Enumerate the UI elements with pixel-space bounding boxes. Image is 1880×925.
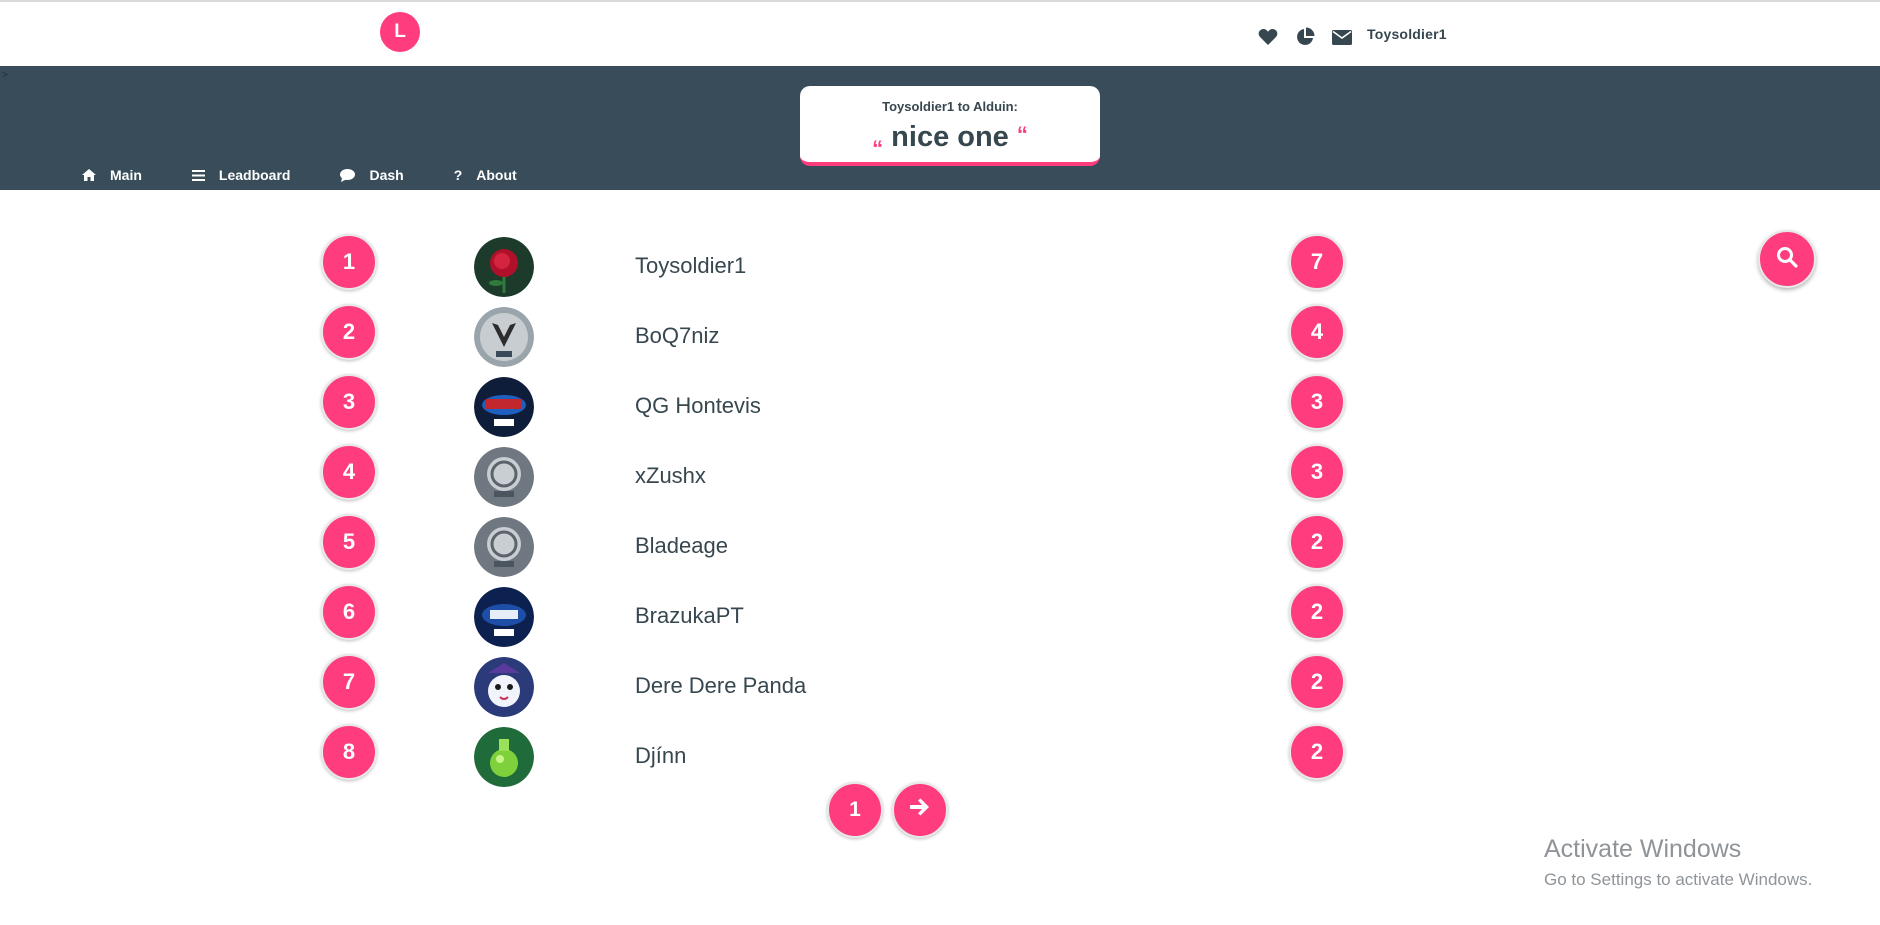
rank-badge: 8	[321, 724, 377, 780]
score-badge: 2	[1289, 514, 1345, 570]
score-badge: 2	[1289, 584, 1345, 640]
rank-badge: 1	[321, 234, 377, 290]
leaderboard-row: 6 BrazukaPT 2	[0, 584, 1400, 654]
watermark-subtitle: Go to Settings to activate Windows.	[1544, 869, 1813, 889]
player-name[interactable]: Djínn	[635, 743, 686, 769]
player-name[interactable]: QG Hontevis	[635, 393, 761, 419]
rank-badge: 2	[321, 304, 377, 360]
player-name[interactable]: BoQ7niz	[635, 323, 719, 349]
player-name[interactable]: Bladeage	[635, 533, 728, 559]
rank-badge: 3	[321, 374, 377, 430]
team-2015-icon[interactable]	[474, 377, 534, 437]
watermark-title: Activate Windows	[1544, 835, 1742, 863]
nav-item-dash[interactable]: Dash	[340, 167, 404, 183]
poro-icon[interactable]	[474, 657, 534, 717]
windows-activation-watermark: Activate Windows Go to Settings to activ…	[1544, 835, 1813, 890]
leaderboard-row: 5 Bladeage 2	[0, 514, 1400, 584]
player-name[interactable]: xZushx	[635, 463, 706, 489]
leaderboard-row: 8 Djínn 2	[0, 724, 1400, 794]
logo[interactable]: L	[380, 12, 420, 52]
potion-icon[interactable]	[474, 727, 534, 787]
search-button[interactable]	[1758, 230, 1816, 288]
rank-badge: 6	[321, 584, 377, 640]
quote-text: nice one	[891, 121, 1009, 153]
close-quote-mark: “	[1016, 122, 1028, 147]
question-icon: ?	[453, 167, 463, 183]
top-icon-group	[1258, 27, 1352, 52]
besiktas-2016-icon[interactable]	[474, 307, 534, 367]
rank-badge: 7	[321, 654, 377, 710]
quote-heading: Toysoldier1 to Alduin:	[882, 99, 1018, 114]
rank-badge: 5	[321, 514, 377, 570]
leaderboard-row: 4 xZushx 3	[0, 444, 1400, 514]
nav-item-main[interactable]: Main	[82, 167, 142, 183]
list-icon	[191, 169, 205, 181]
home-icon	[82, 169, 96, 181]
pie-chart-icon[interactable]	[1295, 27, 1315, 52]
leaderboard-row: 1 Toysoldier1 7	[0, 234, 1400, 304]
score-badge: 3	[1289, 374, 1345, 430]
score-badge: 2	[1289, 724, 1345, 780]
leaderboard-row: 3 QG Hontevis 3	[0, 374, 1400, 444]
tsm-2016-icon[interactable]	[474, 517, 534, 577]
header-banner: > Main Leadboard Dash ? About Toysoldier…	[0, 66, 1880, 190]
player-name[interactable]: Toysoldier1	[635, 253, 746, 279]
nav-label: Leadboard	[218, 167, 291, 183]
nav-item-about[interactable]: ? About	[454, 167, 517, 183]
open-quote-mark: “	[872, 136, 884, 161]
quote-body: “ nice one “	[800, 121, 1100, 161]
main-nav: Main Leadboard Dash ? About	[82, 167, 567, 183]
score-badge: 7	[1289, 234, 1345, 290]
score-badge: 2	[1289, 654, 1345, 710]
heart-icon[interactable]	[1258, 28, 1278, 51]
leaderboard-row: 2 BoQ7niz 4	[0, 304, 1400, 374]
nav-item-leadboard[interactable]: Leadboard	[191, 167, 291, 183]
rose-icon[interactable]	[474, 237, 534, 297]
mail-icon[interactable]	[1332, 29, 1352, 50]
quote-card: Toysoldier1 to Alduin: “ nice one “	[800, 86, 1100, 166]
score-badge: 3	[1289, 444, 1345, 500]
rank-badge: 4	[321, 444, 377, 500]
nav-label: Dash	[369, 167, 404, 183]
nav-label: Main	[110, 167, 142, 183]
next-page-button[interactable]	[892, 782, 948, 838]
player-name[interactable]: Dere Dere Panda	[635, 673, 806, 699]
current-username[interactable]: Toysoldier1	[1367, 26, 1447, 42]
score-badge: 4	[1289, 304, 1345, 360]
top-bar: L Toysoldier1	[0, 2, 1880, 66]
chat-bubble-icon	[340, 168, 356, 182]
player-name[interactable]: BrazukaPT	[635, 603, 744, 629]
pagination: 1	[827, 782, 948, 838]
tsm-2016-icon[interactable]	[474, 447, 534, 507]
paiN-2015-icon[interactable]	[474, 587, 534, 647]
page-button[interactable]: 1	[827, 782, 883, 838]
arrow-right-icon	[910, 798, 930, 822]
leaderboard-row: 7 Dere Dere Panda 2	[0, 654, 1400, 724]
search-icon	[1776, 246, 1798, 273]
banner-corner-mark: >	[2, 70, 8, 81]
nav-label: About	[476, 167, 517, 183]
